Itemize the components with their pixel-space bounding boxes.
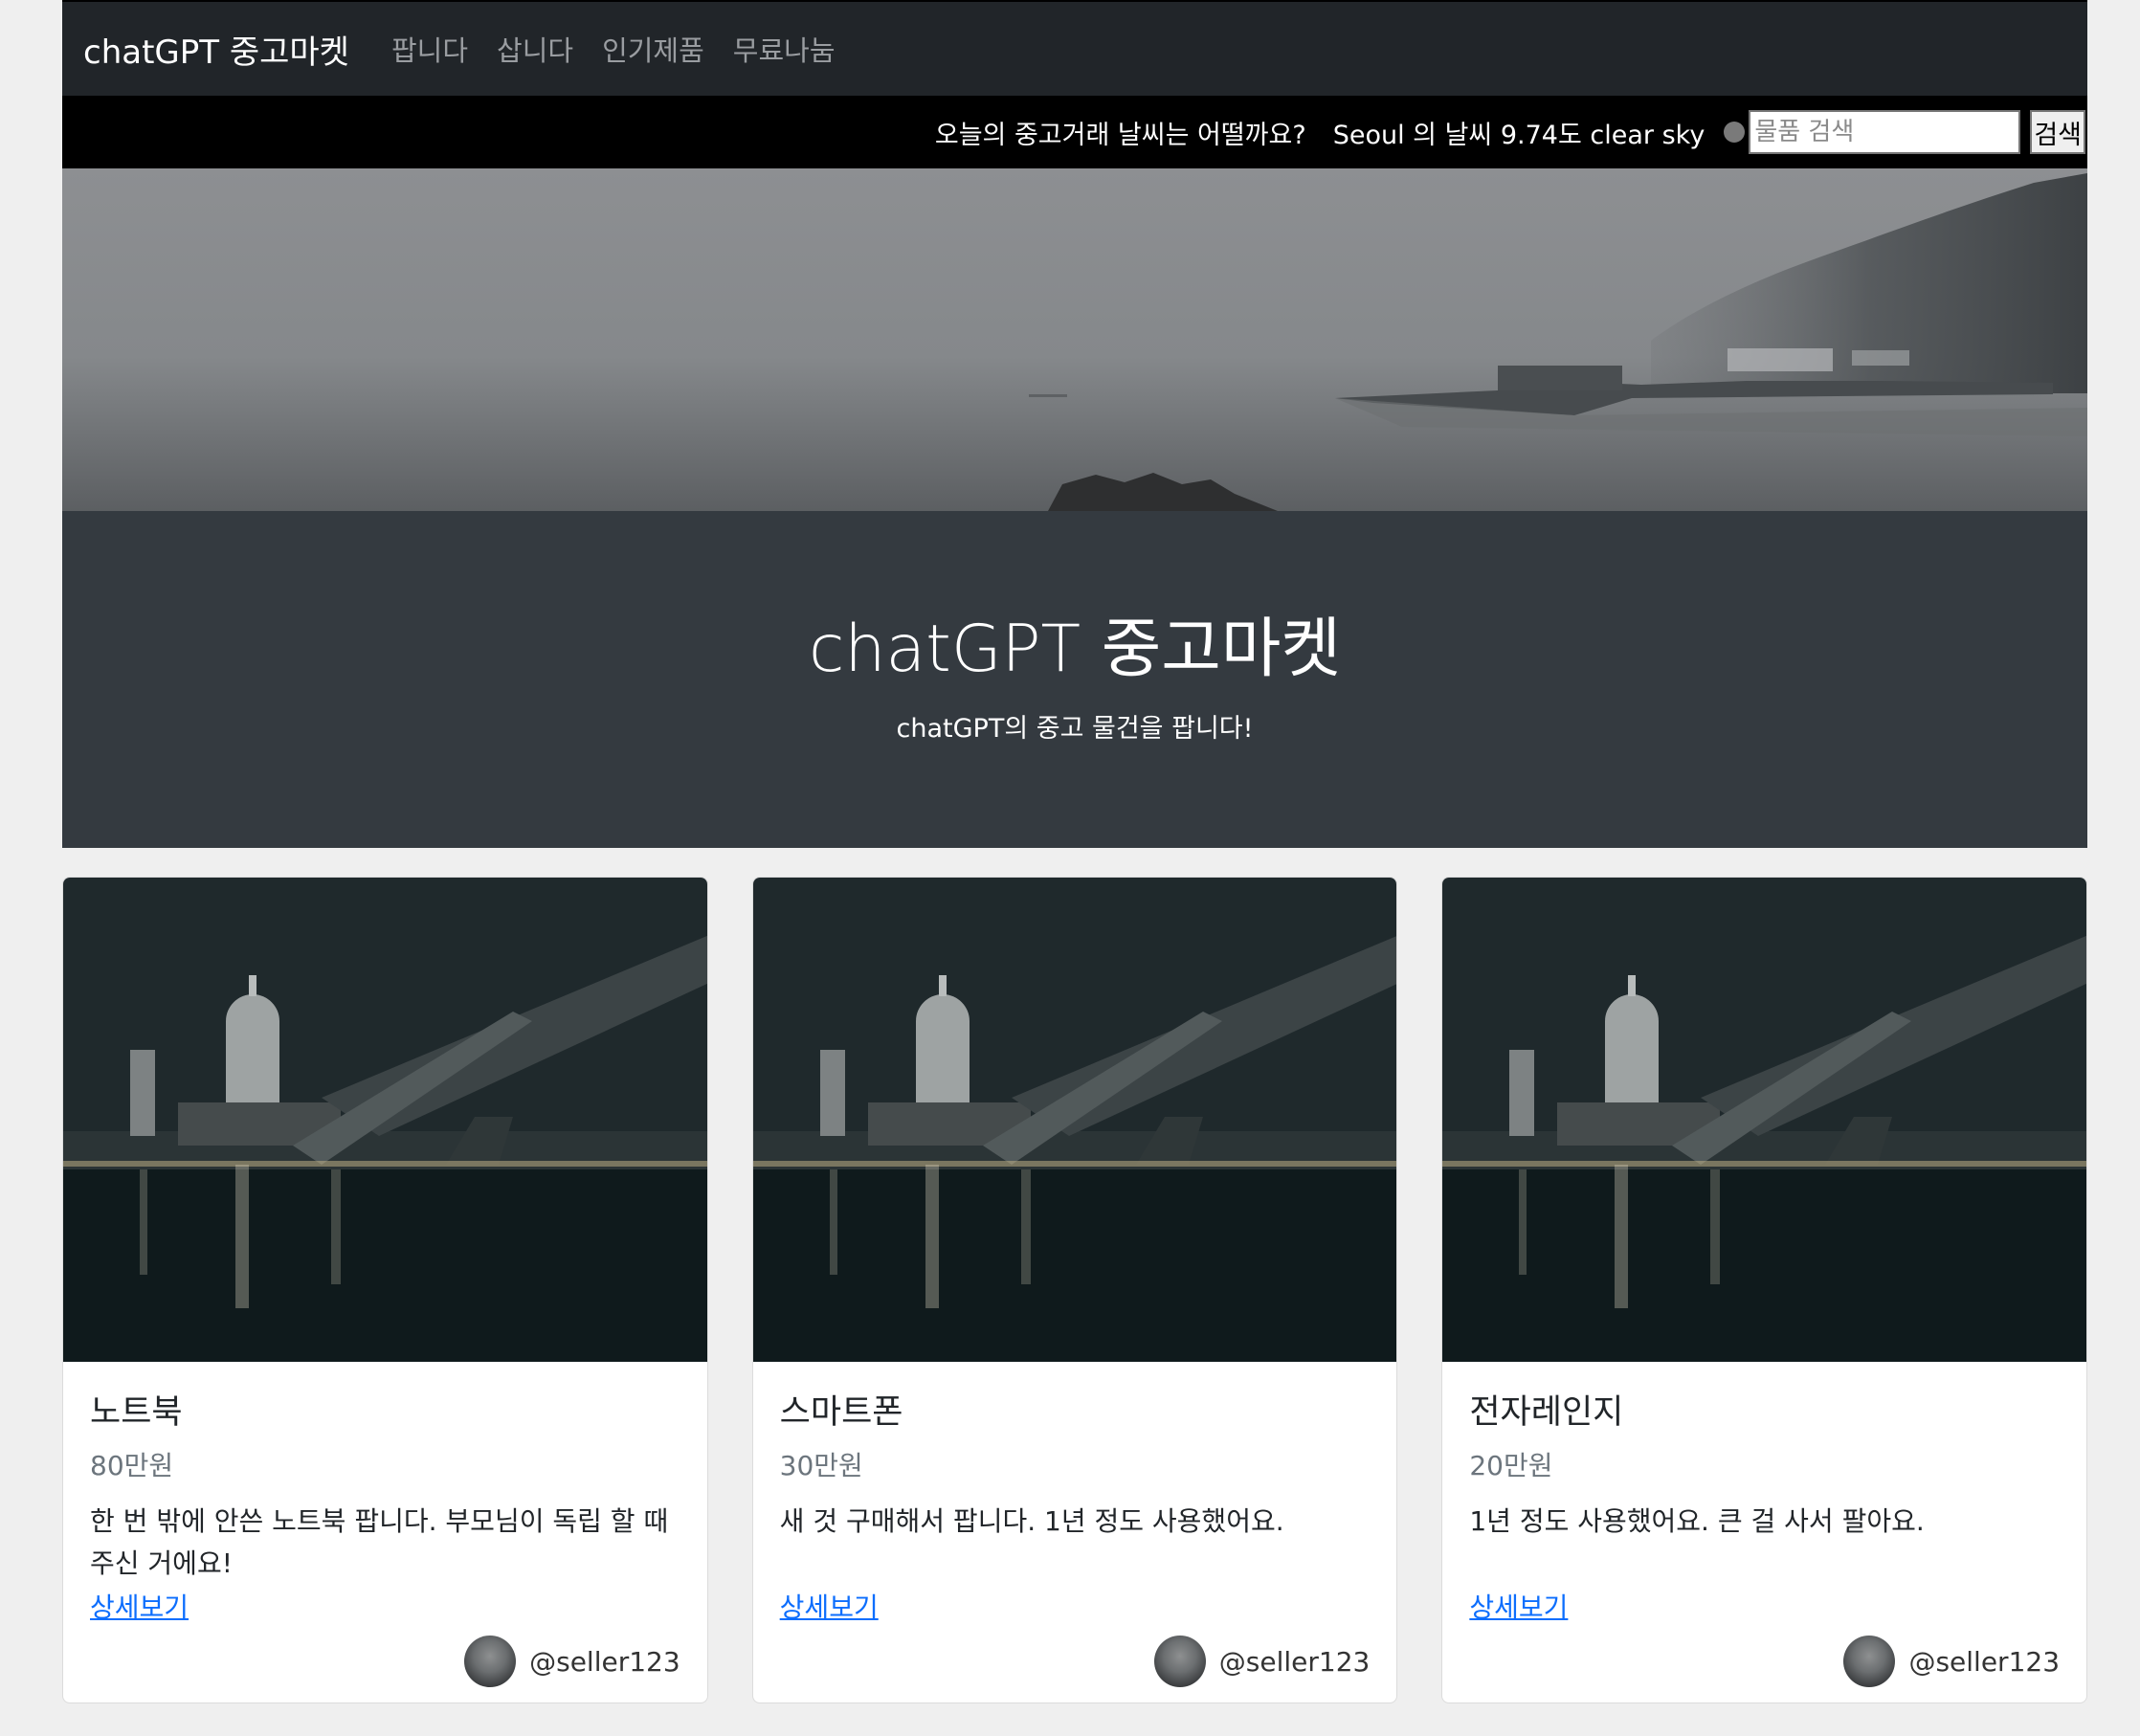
product-image [63,878,707,1362]
product-card: 스마트폰 30만원 새 것 구매해서 팝니다. 1년 정도 사용했어요. 상세보… [751,877,1398,1703]
weather-icon [1724,122,1746,143]
detail-link[interactable]: 상세보기 [90,1587,189,1625]
nav-link-free[interactable]: 무료나눔 [733,29,836,69]
seller-info: @seller123 [1843,1636,2060,1687]
page: chatGPT 중고마켓 팝니다 삽니다 인기제품 무료나눔 오늘의 중고거래 … [62,0,2088,1703]
product-title: 전자레인지 [1469,1393,1624,1432]
product-price: 30만원 [779,1450,863,1481]
hero-subtitle: chatGPT의 중고 물건을 팝니다! [896,713,1254,744]
search-input[interactable] [1749,110,2021,154]
product-description: 새 것 구매해서 팝니다. 1년 정도 사용했어요. [779,1505,1284,1537]
seller-info: @seller123 [1153,1636,1371,1687]
nav-link-popular[interactable]: 인기제품 [602,29,704,69]
search-button[interactable]: 검색 [2030,110,2085,154]
avatar [1153,1636,1206,1687]
product-title: 스마트폰 [779,1393,903,1432]
hero-section: chatGPT 중고마켓 chatGPT의 중고 물건을 팝니다! [62,511,2087,848]
product-description: 1년 정도 사용했어요. 큰 걸 사서 팔아요. [1469,1505,1925,1537]
hero-title: chatGPT 중고마켓 [809,612,1341,688]
seller-info: @seller123 [464,1636,680,1687]
seller-name: @seller123 [1218,1645,1371,1678]
navbar: chatGPT 중고마켓 팝니다 삽니다 인기제품 무료나눔 [62,0,2087,96]
product-card-list: 노트북 80만원 한 번 밖에 안쓴 노트북 팝니다. 부모님이 독립 할 때 … [62,877,2088,1703]
weather-search-bar: 오늘의 중고거래 날씨는 어떨까요? Seoul 의 날씨 9.74도 clea… [62,96,2087,168]
hero-banner-image [62,168,2087,511]
nav-link-sell[interactable]: 팝니다 [391,29,468,69]
avatar [464,1636,517,1687]
weather-info: Seoul 의 날씨 9.74도 clear sky [1332,120,1705,150]
seller-name: @seller123 [1908,1645,2061,1678]
product-image [752,878,1397,1362]
product-card: 전자레인지 20만원 1년 정도 사용했어요. 큰 걸 사서 팔아요. 상세보기… [1441,877,2088,1703]
weather-question: 오늘의 중고거래 날씨는 어떨까요? [934,120,1306,150]
product-description: 한 번 밖에 안쓴 노트북 팝니다. 부모님이 독립 할 때 주신 거에요! [90,1505,669,1579]
product-title: 노트북 [90,1393,183,1432]
detail-link[interactable]: 상세보기 [1469,1587,1568,1625]
seller-name: @seller123 [529,1645,680,1678]
avatar [1843,1636,1896,1687]
product-image [1442,878,2087,1362]
detail-link[interactable]: 상세보기 [780,1587,879,1625]
nav-link-buy[interactable]: 삽니다 [497,29,573,69]
product-price: 20만원 [1469,1450,1553,1481]
product-card: 노트북 80만원 한 번 밖에 안쓴 노트북 팝니다. 부모님이 독립 할 때 … [62,877,708,1703]
brand-link[interactable]: chatGPT 중고마켓 [83,26,349,73]
product-price: 80만원 [90,1450,174,1481]
